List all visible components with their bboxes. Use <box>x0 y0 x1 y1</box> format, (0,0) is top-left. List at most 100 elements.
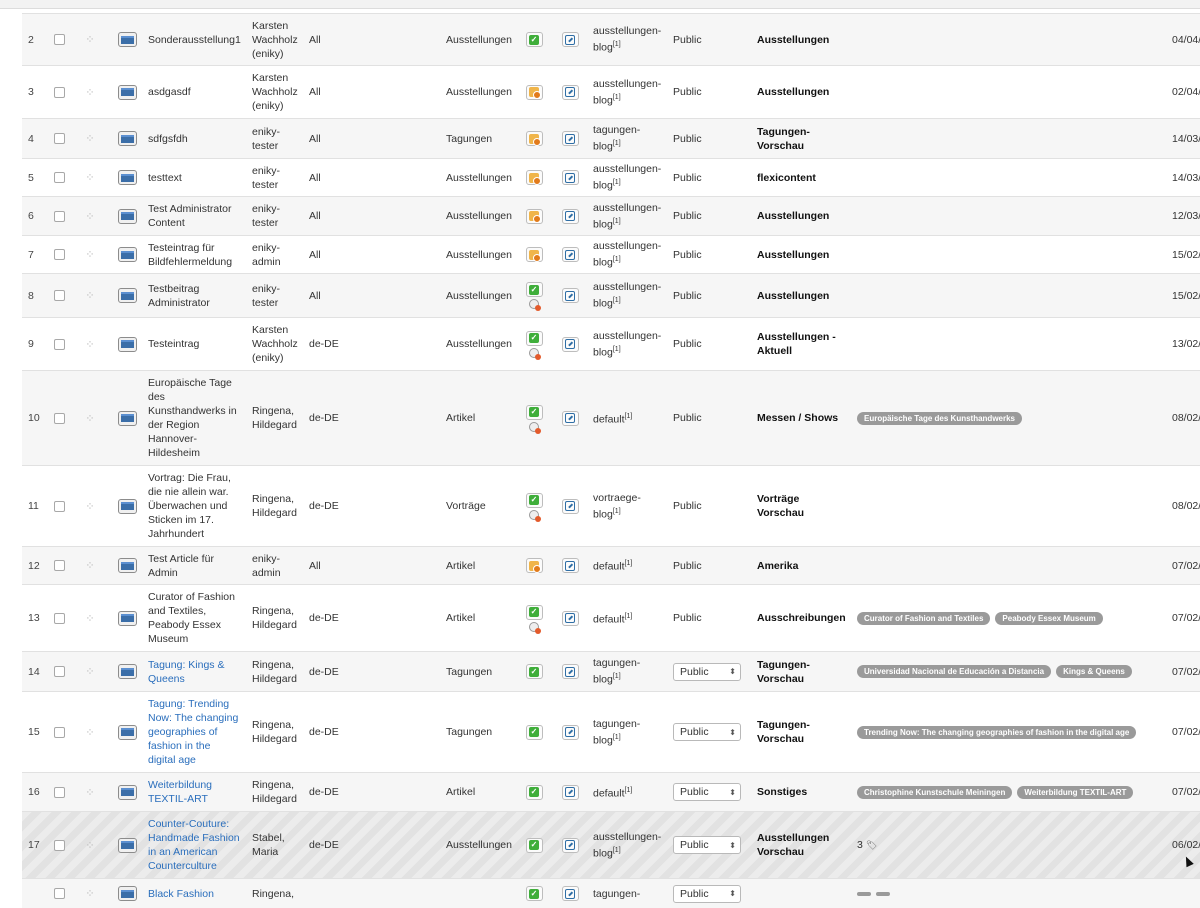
published-state-icon[interactable]: ✓ <box>525 282 543 297</box>
row-checkbox[interactable] <box>53 290 65 301</box>
edit-button[interactable] <box>561 208 579 224</box>
published-state-icon[interactable]: ✓ <box>525 404 543 420</box>
published-state-icon[interactable]: ✓ <box>525 492 543 508</box>
drag-handle-icon[interactable]: ⁘ <box>82 773 98 811</box>
drag-handle-icon[interactable]: ⁘ <box>82 466 98 546</box>
row-checkbox[interactable] <box>53 726 65 738</box>
pending-state-icon[interactable] <box>525 247 543 262</box>
row-checkbox[interactable] <box>53 210 65 222</box>
preview-monitor-icon[interactable] <box>117 410 137 426</box>
item-title[interactable]: Counter-Couture: Handmade Fashion in an Am… <box>148 812 244 878</box>
preview-monitor-icon[interactable] <box>117 336 137 352</box>
access-select[interactable]: Public ⬍ <box>673 836 741 854</box>
drag-handle-icon[interactable]: ⁘ <box>82 371 98 465</box>
item-title[interactable]: Weiterbildung TEXTIL-ART <box>148 773 244 811</box>
drag-handle-icon[interactable]: ⁘ <box>82 318 98 370</box>
item-title-link[interactable]: Queens <box>148 673 185 685</box>
row-checkbox[interactable] <box>53 338 65 350</box>
item-title-link[interactable]: geographies of <box>148 726 217 738</box>
item-title-link[interactable]: in an American <box>148 846 217 858</box>
tag-badge[interactable] <box>876 891 890 896</box>
drag-handle-icon[interactable]: ⁘ <box>82 585 98 651</box>
drag-handle-icon[interactable]: ⁘ <box>82 236 98 273</box>
pending-state-icon[interactable] <box>525 208 543 224</box>
drag-handle-icon[interactable]: ⁘ <box>82 692 98 772</box>
drag-handle-icon[interactable]: ⁘ <box>82 812 98 878</box>
row-checkbox[interactable] <box>53 412 65 424</box>
preview-monitor-icon[interactable] <box>117 664 137 679</box>
published-state-icon[interactable]: ✓ <box>525 604 543 620</box>
tag-badge[interactable]: Christophine Kunstschule Meiningen <box>857 785 1013 799</box>
edit-button[interactable] <box>561 664 579 679</box>
row-checkbox[interactable] <box>53 560 65 571</box>
edit-button[interactable] <box>561 131 579 146</box>
edit-button[interactable] <box>561 336 579 352</box>
preview-monitor-icon[interactable] <box>117 208 137 224</box>
preview-monitor-icon[interactable] <box>117 170 137 185</box>
row-checkbox[interactable] <box>53 34 65 45</box>
item-title[interactable]: Tagung: Trending Now: The changing geograp… <box>148 692 244 772</box>
edit-button[interactable] <box>561 498 579 514</box>
drag-handle-icon[interactable]: ⁘ <box>82 119 98 158</box>
tag-badge[interactable]: Curator of Fashion and Textiles <box>857 611 991 625</box>
edit-button[interactable] <box>561 410 579 426</box>
preview-monitor-icon[interactable] <box>117 724 137 740</box>
drag-handle-icon[interactable]: ⁘ <box>82 159 98 196</box>
drag-handle-icon[interactable]: ⁘ <box>82 274 98 317</box>
item-title-link[interactable]: Handmade Fashion <box>148 832 240 844</box>
row-checkbox[interactable] <box>53 786 65 798</box>
tag-badge[interactable]: Peabody Essex Museum <box>995 611 1103 625</box>
pending-state-icon[interactable] <box>525 131 543 146</box>
drag-handle-icon[interactable]: ⁘ <box>82 66 98 118</box>
tag-badge[interactable]: Weiterbildung TEXTIL-ART <box>1017 785 1134 799</box>
preview-monitor-icon[interactable] <box>117 837 137 853</box>
drag-handle-icon[interactable]: ⁘ <box>82 197 98 235</box>
row-checkbox[interactable] <box>53 666 65 677</box>
access-select[interactable]: Public ⬍ <box>673 783 741 801</box>
tag-badge[interactable]: Kings & Queens <box>1056 665 1132 678</box>
preview-monitor-icon[interactable] <box>117 288 137 303</box>
row-checkbox[interactable] <box>53 888 65 899</box>
row-checkbox[interactable] <box>53 839 65 851</box>
tag-badge[interactable] <box>857 891 871 896</box>
edit-button[interactable] <box>561 32 579 47</box>
access-select[interactable]: Public ⬍ <box>673 723 741 741</box>
item-title-link[interactable]: Black Fashion <box>148 888 214 900</box>
pending-state-icon[interactable] <box>525 558 543 573</box>
pending-state-icon[interactable] <box>525 84 543 100</box>
row-checkbox[interactable] <box>53 172 65 183</box>
access-select[interactable]: Public ⬍ <box>673 662 741 681</box>
published-state-icon[interactable]: ✓ <box>525 32 543 47</box>
edit-button[interactable] <box>561 170 579 185</box>
edit-button[interactable] <box>561 610 579 626</box>
preview-monitor-icon[interactable] <box>117 610 137 626</box>
published-state-icon[interactable]: ✓ <box>525 724 543 740</box>
tag-badge[interactable]: Trending Now: The changing geographies o… <box>857 725 1137 739</box>
preview-monitor-icon[interactable] <box>117 784 137 800</box>
edit-button[interactable] <box>561 84 579 100</box>
preview-monitor-icon[interactable] <box>117 32 137 47</box>
drag-handle-icon[interactable]: ⁘ <box>82 879 98 908</box>
edit-button[interactable] <box>561 558 579 573</box>
edit-button[interactable] <box>561 724 579 740</box>
item-title-link[interactable]: Counterculture <box>148 860 217 872</box>
item-title-link[interactable]: TEXTIL-ART <box>148 793 208 805</box>
row-checkbox[interactable] <box>53 133 65 144</box>
item-title-link[interactable]: Now: The changing <box>148 712 238 724</box>
row-checkbox[interactable] <box>53 612 65 624</box>
drag-handle-icon[interactable]: ⁘ <box>82 14 98 65</box>
pending-state-icon[interactable] <box>525 170 543 185</box>
tag-badge[interactable]: Universidad Nacional de Educación a Dist… <box>857 665 1052 678</box>
preview-monitor-icon[interactable] <box>117 247 137 262</box>
preview-monitor-icon[interactable] <box>117 498 137 514</box>
row-checkbox[interactable] <box>53 86 65 98</box>
published-state-icon[interactable]: ✓ <box>525 837 543 853</box>
preview-monitor-icon[interactable] <box>117 84 137 100</box>
tag-badge[interactable]: Europäische Tage des Kunsthandwerks <box>857 411 1023 425</box>
published-state-icon[interactable]: ✓ <box>525 664 543 679</box>
item-title[interactable]: Black Fashion <box>148 879 244 908</box>
edit-button[interactable] <box>561 784 579 800</box>
published-state-icon[interactable]: ✓ <box>525 784 543 800</box>
access-select[interactable]: Public ⬍ <box>673 884 741 903</box>
edit-button[interactable] <box>561 247 579 262</box>
